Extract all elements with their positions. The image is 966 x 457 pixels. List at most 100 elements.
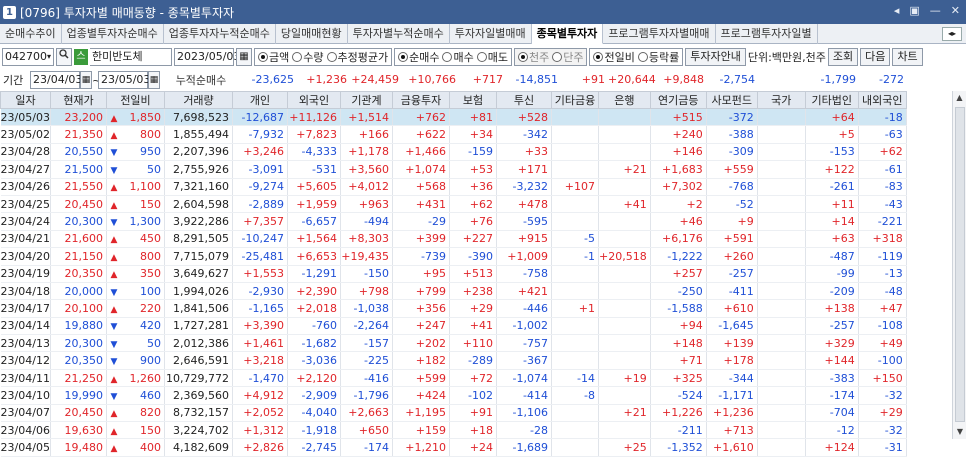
table-row[interactable]: 23/04/20 21,150 ▲ 800 7,715,079 -25,481 +6,653… xyxy=(0,247,907,266)
table-cell: 23/04/05 xyxy=(0,438,51,457)
close-icon[interactable]: ✕ xyxy=(951,4,960,17)
table-row[interactable]: 23/04/17 20,100 ▲ 220 1,841,506 -1,165 +2,018 -… xyxy=(0,299,907,318)
table-row[interactable]: 23/04/13 20,300 ▼ 50 2,012,386 +1,461 -1,682 -1… xyxy=(0,334,907,353)
cell-value: -61 xyxy=(884,162,903,176)
table-row[interactable]: 23/04/11 21,250 ▲ 1,260 10,729,772 -1,470 +2,1… xyxy=(0,369,907,388)
scroll-thumb[interactable] xyxy=(955,107,965,422)
column-header[interactable]: 개인 xyxy=(232,91,288,109)
table-row[interactable]: 23/05/03 23,200 ▲ 1,850 7,698,523 -12,687 +11,… xyxy=(0,108,907,127)
column-header[interactable]: 외국인 xyxy=(287,91,341,109)
tab-6[interactable]: 종목별투자자 xyxy=(531,24,604,44)
date-input[interactable]: 2023/05/03 xyxy=(174,48,240,66)
opt2-radio-2[interactable]: 매도 xyxy=(476,49,508,65)
tab-0[interactable]: 순매수추이 xyxy=(0,24,62,44)
calendar-icon[interactable]: ▦ xyxy=(80,71,92,89)
table-cell: -83 xyxy=(858,178,907,196)
column-header[interactable]: 현재가 xyxy=(50,91,107,109)
table-cell: ▲ 1,850 xyxy=(106,108,165,127)
column-header[interactable]: 기타법인 xyxy=(804,91,859,109)
opt1-radio-2[interactable]: 추정평균가 xyxy=(326,49,388,65)
investor-info-button[interactable]: 투자자안내 xyxy=(685,48,746,66)
chart-button[interactable]: 차트 xyxy=(892,48,923,66)
period-to-input[interactable]: 23/05/03 xyxy=(98,71,150,89)
stock-code-input[interactable]: 042700 ▾ xyxy=(2,48,54,66)
table-cell: 20,100 xyxy=(50,299,107,318)
period-from-input[interactable]: 23/04/03 xyxy=(30,71,82,89)
table-row[interactable]: 23/04/27 21,500 ▼ 50 2,755,926 -3,091 -531 +3,5… xyxy=(0,160,907,179)
table-cell xyxy=(757,351,806,370)
table-row[interactable]: 23/04/12 20,350 ▼ 900 2,646,591 +3,218 -3,036 -… xyxy=(0,351,907,370)
opt4-radio-0[interactable]: 전일비 xyxy=(593,49,635,65)
stock-name-field[interactable]: 한미반도체 xyxy=(90,48,172,66)
tab-7[interactable]: 프로그램투자자별매매 xyxy=(603,24,716,44)
table-cell: ▲ 1,260 xyxy=(106,369,165,388)
table-row[interactable]: 23/04/21 21,600 ▲ 450 8,291,505 -10,247 +1,564… xyxy=(0,230,907,249)
table-cell: +62 xyxy=(449,195,497,214)
cell-value: +53 xyxy=(469,162,493,176)
table-row[interactable]: 23/04/28 20,550 ▼ 950 2,207,396 +3,246 -4,333 +… xyxy=(0,143,907,162)
vertical-scrollbar[interactable]: ▲ ▼ xyxy=(952,91,966,439)
table-row[interactable]: 23/04/10 19,990 ▼ 460 2,369,560 +4,912 -2,909 -… xyxy=(0,386,907,405)
next-button[interactable]: 다음 xyxy=(860,48,891,66)
table-row[interactable]: 23/04/18 20,000 ▼ 100 1,994,026 -2,930 +2,390 +… xyxy=(0,282,907,301)
table-cell: -1 xyxy=(551,247,599,266)
tab-1[interactable]: 업종별투자자순매수 xyxy=(62,24,164,44)
cell-value: +122 xyxy=(824,162,855,176)
tab-4[interactable]: 투자자별누적순매수 xyxy=(348,24,450,44)
cell-value: 20,300 xyxy=(64,336,104,350)
table-row[interactable]: 23/04/26 21,550 ▲ 1,100 7,321,160 -9,274 +5,60… xyxy=(0,178,907,196)
opt4-radio-1[interactable]: 등락률 xyxy=(637,49,679,65)
column-header[interactable]: 은행 xyxy=(598,91,651,109)
column-header[interactable]: 기타금융 xyxy=(551,91,599,109)
cell-value: 23/04/28 xyxy=(0,145,50,159)
cell-value: +182 xyxy=(415,354,446,368)
table-row[interactable]: 23/04/07 20,450 ▲ 820 8,732,157 +2,052 -4,040 +… xyxy=(0,404,907,423)
table-row[interactable]: 23/04/06 19,630 ▲ 150 3,224,702 +1,312 -1,918 +… xyxy=(0,421,907,440)
table-row[interactable]: 23/04/14 19,880 ▼ 420 1,727,281 +3,390 -760 -2,… xyxy=(0,317,907,336)
opt3-radio-0[interactable]: 천주 xyxy=(517,49,549,65)
query-button[interactable]: 조회 xyxy=(827,48,859,66)
table-row[interactable]: 23/04/25 20,450 ▲ 150 2,604,598 -2,889 +1,959 +… xyxy=(0,195,907,214)
cell-value: -739 xyxy=(421,249,446,263)
table-row[interactable]: 23/04/19 20,350 ▲ 350 3,649,627 +1,553 -1,291 -… xyxy=(0,265,907,283)
cell-value: +34 xyxy=(469,128,493,142)
table-cell: -28 xyxy=(496,421,552,440)
table-row[interactable]: 23/04/05 19,480 ▲ 400 4,182,609 +2,826 -2,745 -… xyxy=(0,438,907,457)
opt1-radio-1[interactable]: 수량 xyxy=(292,49,324,65)
tab-3[interactable]: 당일매매현황 xyxy=(276,24,348,44)
column-header[interactable]: 거래량 xyxy=(164,91,233,109)
calendar-icon[interactable]: ▦ xyxy=(236,48,252,66)
column-header[interactable]: 보험 xyxy=(449,91,497,109)
opt2-radio-1[interactable]: 매수 xyxy=(442,49,474,65)
opt2-radio-0[interactable]: 순매수 xyxy=(398,49,439,65)
cell-value: +95 xyxy=(422,267,446,281)
calendar-icon[interactable]: ▦ xyxy=(148,71,160,89)
tab-8[interactable]: 프로그램투자자일별 xyxy=(716,24,818,44)
column-header[interactable]: 투신 xyxy=(496,91,552,109)
column-header[interactable]: 금융투자 xyxy=(392,91,450,109)
chevron-down-icon[interactable]: ▾ xyxy=(47,49,51,65)
table-row[interactable]: 23/04/24 20,300 ▼ 1,300 3,922,286 +7,357 -6,65… xyxy=(0,212,907,231)
restore-icon[interactable]: ▣ xyxy=(909,4,919,17)
column-header[interactable]: 사모펀드 xyxy=(705,91,758,109)
scroll-up-icon[interactable]: ▲ xyxy=(953,91,966,105)
column-header[interactable]: 전일비 xyxy=(106,91,165,109)
minimize-icon[interactable]: — xyxy=(930,4,941,17)
opt1-radio-0[interactable]: 금액 xyxy=(258,49,289,65)
column-header[interactable]: 내외국인 xyxy=(857,91,907,109)
column-header[interactable]: 일자 xyxy=(0,91,51,109)
scroll-down-icon[interactable]: ▼ xyxy=(953,425,966,439)
cell-value: +2 xyxy=(686,197,703,211)
opt3-radio-1[interactable]: 단주 xyxy=(552,49,583,65)
table-cell: +159 xyxy=(392,421,450,440)
tab-2[interactable]: 업종투자자누적순매수 xyxy=(164,24,276,44)
tab-5[interactable]: 투자자일별매매 xyxy=(450,24,532,44)
search-icon[interactable] xyxy=(56,48,72,66)
column-header[interactable]: 연기금등 xyxy=(649,91,707,109)
column-header[interactable]: 국가 xyxy=(756,91,806,109)
table-row[interactable]: 23/05/02 21,350 ▲ 800 1,855,494 -7,932 +7,823 +… xyxy=(0,125,907,144)
collapse-icon[interactable]: ◂ xyxy=(894,4,900,17)
column-header[interactable]: 기관계 xyxy=(340,91,393,109)
cell-value: -2,909 xyxy=(301,388,337,402)
tab-scroll-arrows[interactable]: ◂▸ xyxy=(942,27,962,41)
